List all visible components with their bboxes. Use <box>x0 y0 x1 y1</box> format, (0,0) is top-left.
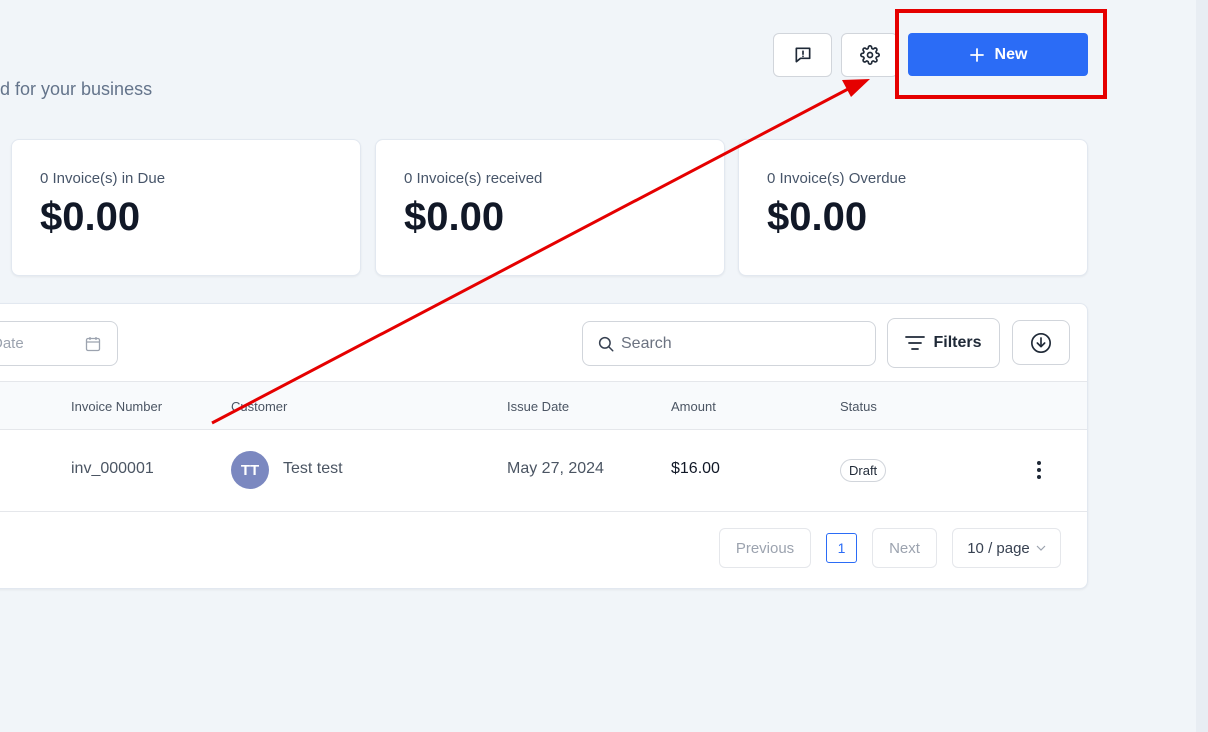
issue-date: May 27, 2024 <box>507 460 604 477</box>
invoice-number: inv_000001 <box>71 460 154 477</box>
annotation-arrow-head <box>842 79 870 97</box>
more-vertical-icon <box>1037 461 1041 479</box>
feedback-button[interactable] <box>773 33 832 77</box>
search-field[interactable] <box>582 321 876 366</box>
stat-value: $0.00 <box>404 195 505 239</box>
gear-icon <box>859 45 880 65</box>
filter-icon <box>905 336 926 350</box>
feedback-icon <box>795 47 810 63</box>
calendar-icon <box>85 336 101 351</box>
stat-card-due: 0 Invoice(s) in Due $0.00 <box>11 139 361 276</box>
column-header: Issue Date <box>507 399 570 414</box>
stat-label: 0 Invoice(s) received <box>404 170 543 187</box>
page-size-value: 10 / page <box>967 539 1030 557</box>
date-placeholder: Date <box>0 335 24 352</box>
download-icon <box>1031 332 1051 353</box>
stat-value: $0.00 <box>767 195 868 239</box>
download-button[interactable] <box>1012 320 1070 365</box>
status-badge: Draft <box>840 459 887 482</box>
search-icon <box>598 336 614 351</box>
column-header: Status <box>840 399 877 414</box>
filters-label: Filters <box>933 334 982 351</box>
invoice-table-panel: Date Filters Invoice Number Cus <box>0 303 1088 589</box>
table-row[interactable]: inv_000001 TT Test test May 27, 2024 $16… <box>0 430 1087 512</box>
stat-card-overdue: 0 Invoice(s) Overdue $0.00 <box>738 139 1088 276</box>
avatar: TT <box>231 451 269 489</box>
row-actions-button[interactable] <box>1029 458 1049 482</box>
settings-button[interactable] <box>841 33 898 77</box>
filters-button[interactable]: Filters <box>887 318 1000 368</box>
page-size-select[interactable]: 10 / page <box>952 528 1061 568</box>
right-edge-strip <box>1196 0 1208 732</box>
stat-card-received: 0 Invoice(s) received $0.00 <box>375 139 725 276</box>
column-header: Invoice Number <box>71 399 163 414</box>
previous-page-button[interactable]: Previous <box>719 528 811 568</box>
page-number-button[interactable]: 1 <box>826 533 857 563</box>
stat-value: $0.00 <box>40 195 141 239</box>
date-picker-field[interactable]: Date <box>0 321 118 366</box>
search-input[interactable] <box>621 334 851 353</box>
customer-name: Test test <box>283 460 343 477</box>
page-subtitle: d for your business <box>0 79 153 99</box>
column-header: Customer <box>231 399 288 414</box>
stat-label: 0 Invoice(s) Overdue <box>767 170 907 187</box>
column-header: Amount <box>671 399 716 414</box>
chevron-down-icon <box>1036 545 1046 551</box>
stat-label: 0 Invoice(s) in Due <box>40 170 166 187</box>
amount: $16.00 <box>671 460 720 477</box>
table-header: Invoice Number Customer Issue Date Amoun… <box>0 381 1087 430</box>
annotation-highlight-box <box>895 9 1107 99</box>
next-page-button[interactable]: Next <box>872 528 937 568</box>
